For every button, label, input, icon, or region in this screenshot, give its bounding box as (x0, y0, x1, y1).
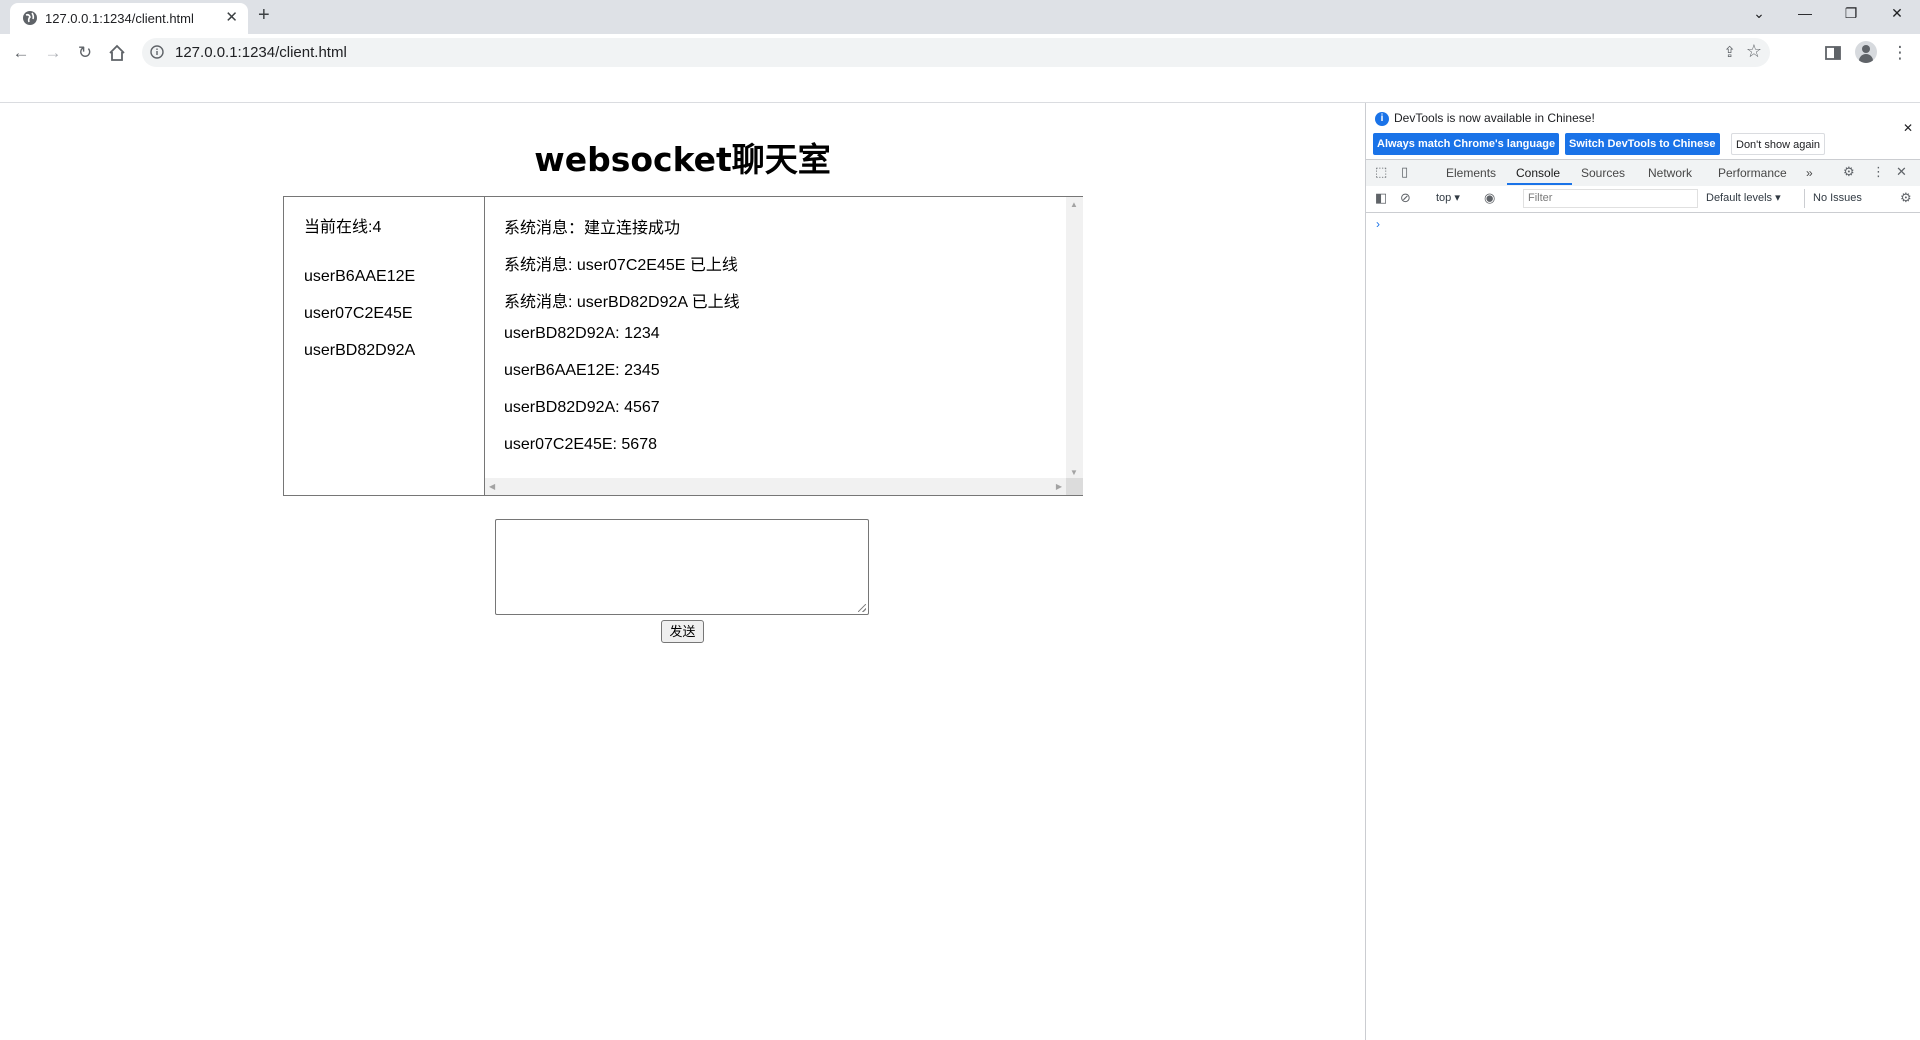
message-item: 系统消息：建立连接成功 (504, 220, 681, 237)
active-tab-indicator (1507, 183, 1572, 185)
console-toolbar: ◧ ⊘ top ▾ ◉ Filter Default levels ▾ No I… (1366, 186, 1920, 213)
tab-search-icon[interactable]: ⌄ (1736, 5, 1782, 22)
message-item: 系统消息: userBD82D92A 已上线 (504, 294, 740, 311)
message-list[interactable]: 系统消息：建立连接成功 系统消息: user07C2E45E 已上线 系统消息:… (484, 197, 1083, 495)
bookmark-star-icon[interactable]: ☆ (1746, 41, 1762, 62)
console-prompt[interactable]: › (1376, 217, 1380, 231)
scrollbar-corner (1066, 478, 1083, 495)
tab-performance[interactable]: Performance (1718, 166, 1787, 180)
message-input[interactable] (495, 519, 869, 615)
scroll-down-arrow-icon[interactable]: ▼ (1070, 468, 1078, 477)
log-levels-dropdown[interactable]: Default levels ▾ (1706, 191, 1781, 204)
kebab-menu-icon[interactable]: ⋮ (1872, 164, 1885, 180)
context-selector[interactable]: top ▾ (1436, 191, 1460, 204)
devtools-panel: i DevTools is now available in Chinese! … (1365, 103, 1920, 1040)
more-tabs-icon[interactable]: » (1806, 166, 1813, 180)
side-panel-icon[interactable] (1822, 42, 1844, 64)
tab-elements[interactable]: Elements (1446, 166, 1496, 180)
message-item: userB6AAE12E: 2345 (504, 362, 660, 379)
scroll-up-arrow-icon[interactable]: ▲ (1070, 200, 1078, 209)
sidebar-toggle-icon[interactable]: ◧ (1375, 190, 1387, 206)
tab-close-icon[interactable]: ✕ (225, 8, 238, 26)
chat-box: 当前在线:4 userB6AAE12E user07C2E45E userBD8… (283, 196, 1083, 496)
clear-console-icon[interactable]: ⊘ (1400, 190, 1411, 206)
filter-input[interactable]: Filter (1523, 189, 1698, 208)
minimize-button[interactable]: — (1782, 5, 1828, 21)
online-user: userBD82D92A (304, 342, 416, 359)
context-label: top (1436, 192, 1452, 204)
web-page: websocket聊天室 当前在线:4 userB6AAE12E user07C… (0, 103, 1365, 1040)
tab-network[interactable]: Network (1648, 166, 1692, 180)
vertical-scrollbar[interactable]: ▲ ▼ (1066, 197, 1083, 480)
new-tab-button[interactable]: + (258, 4, 270, 27)
message-item: user07C2E45E: 5678 (504, 436, 657, 453)
dont-show-again-button[interactable]: Don't show again (1731, 133, 1826, 155)
eye-icon[interactable]: ◉ (1484, 190, 1495, 206)
info-icon: i (1375, 112, 1389, 126)
horizontal-scrollbar[interactable]: ◀ ▶ (485, 478, 1066, 495)
switch-language-button[interactable]: Switch DevTools to Chinese (1565, 133, 1720, 155)
send-button[interactable]: 发送 (661, 620, 704, 643)
inspect-element-icon[interactable]: ⬚ (1375, 164, 1387, 180)
resize-handle-icon[interactable] (858, 604, 866, 612)
browser-tab[interactable]: 127.0.0.1:1234/client.html ✕ (10, 3, 248, 34)
gear-icon[interactable]: ⚙ (1843, 164, 1855, 180)
online-user: user07C2E45E (304, 305, 413, 322)
tab-strip: 127.0.0.1:1234/client.html ✕ + ⌄ — ❐ ✕ (0, 0, 1920, 34)
profile-avatar-icon[interactable] (1855, 41, 1877, 63)
log-levels-label: Default levels (1706, 192, 1773, 204)
home-icon[interactable] (107, 43, 127, 63)
console-settings-gear-icon[interactable]: ⚙ (1900, 190, 1912, 206)
message-item: userBD82D92A: 1234 (504, 325, 660, 342)
info-icon[interactable] (150, 45, 164, 59)
window-close-button[interactable]: ✕ (1874, 5, 1920, 22)
online-users-panel: 当前在线:4 userB6AAE12E user07C2E45E userBD8… (284, 197, 484, 495)
scroll-right-arrow-icon[interactable]: ▶ (1056, 482, 1062, 491)
scroll-left-arrow-icon[interactable]: ◀ (489, 482, 495, 491)
online-user: userB6AAE12E (304, 268, 416, 285)
back-arrow-icon[interactable]: ← (11, 43, 31, 63)
tab-console[interactable]: Console (1516, 166, 1560, 180)
devtools-tabbar: ⬚ ▯ Elements Console Sources Network Per… (1366, 159, 1920, 187)
page-title: websocket聊天室 (534, 140, 831, 179)
browser-toolbar: ← → ↻ 127.0.0.1:1234/client.html ⇪ ☆ ⋮ (0, 34, 1920, 71)
globe-icon (23, 11, 37, 25)
close-devtools-icon[interactable]: ✕ (1896, 164, 1907, 180)
forward-arrow-icon[interactable]: → (43, 43, 63, 63)
share-icon[interactable]: ⇪ (1723, 43, 1736, 61)
issues-counter[interactable]: No Issues (1804, 189, 1870, 208)
banner-text: DevTools is now available in Chinese! (1394, 111, 1595, 125)
message-item: 系统消息: user07C2E45E 已上线 (504, 257, 738, 274)
match-language-button[interactable]: Always match Chrome's language (1373, 133, 1560, 155)
banner-close-icon[interactable]: ✕ (1903, 121, 1913, 135)
address-bar[interactable]: 127.0.0.1:1234/client.html ⇪ ☆ (142, 38, 1770, 67)
online-count: 当前在线:4 (304, 219, 382, 236)
message-item: userBD82D92A: 4567 (504, 399, 660, 416)
language-banner: i DevTools is now available in Chinese! … (1366, 103, 1920, 158)
restore-button[interactable]: ❐ (1828, 5, 1874, 22)
kebab-menu-icon[interactable]: ⋮ (1889, 42, 1911, 64)
tab-title: 127.0.0.1:1234/client.html (45, 11, 194, 26)
url-text[interactable]: 127.0.0.1:1234/client.html (175, 44, 347, 61)
reload-icon[interactable]: ↻ (75, 43, 95, 63)
device-toolbar-icon[interactable]: ▯ (1401, 164, 1408, 180)
tab-sources[interactable]: Sources (1581, 166, 1625, 180)
